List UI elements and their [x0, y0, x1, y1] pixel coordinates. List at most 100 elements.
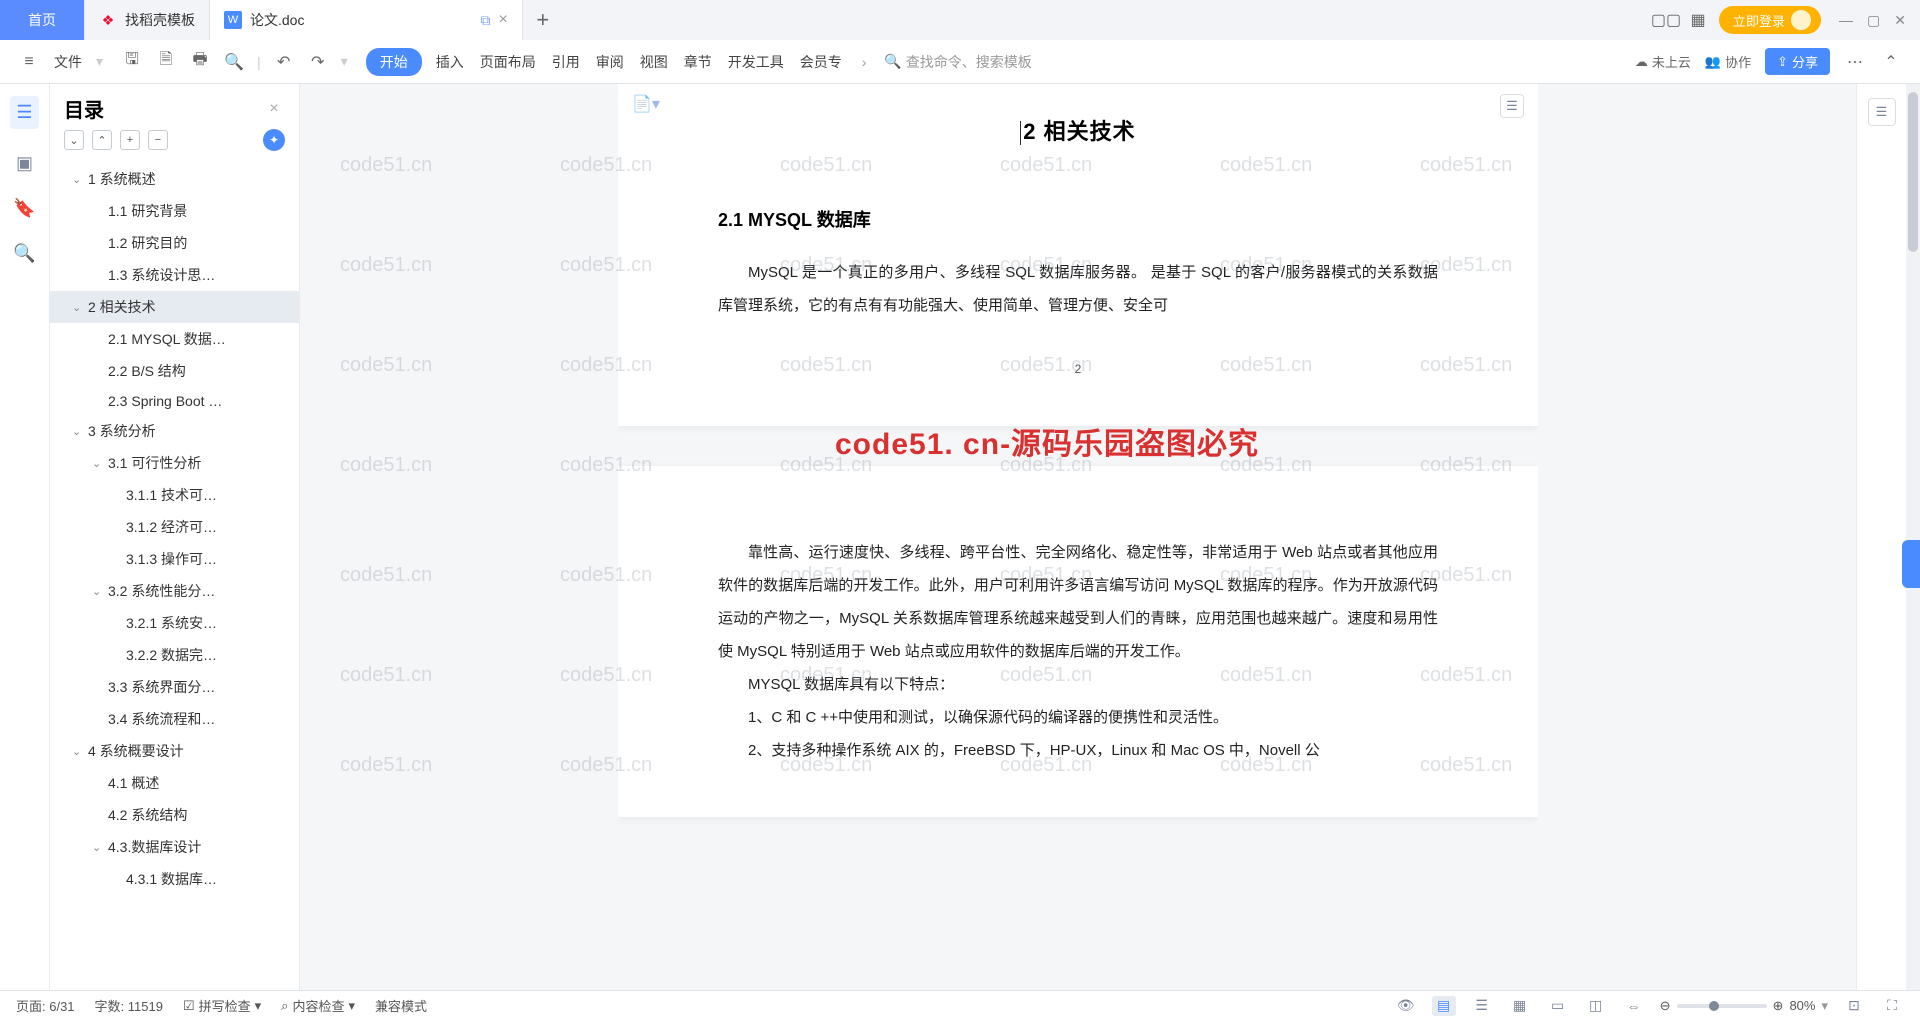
tab-home[interactable]: 首页: [0, 0, 85, 40]
bookmark-rail-icon[interactable]: 🔖: [13, 198, 35, 219]
toc-item[interactable]: 3.2.2 数据完…: [50, 639, 299, 671]
ribbon-页面布局[interactable]: 页面布局: [478, 48, 538, 76]
page-widget-icon[interactable]: 📄▾: [632, 94, 660, 114]
zoom-out-icon[interactable]: ⊖: [1660, 998, 1671, 1014]
close-window-icon[interactable]: ✕: [1894, 12, 1906, 29]
eye-icon[interactable]: 👁: [1394, 996, 1418, 1016]
ai-badge-icon[interactable]: ✦: [263, 129, 285, 151]
toc-item[interactable]: 4.1 概述: [50, 767, 299, 799]
fullscreen-icon[interactable]: ⛶: [1880, 996, 1904, 1016]
tab-templates[interactable]: ❖ 找稻壳模板: [85, 0, 210, 40]
share-icon: ⇪: [1777, 54, 1788, 70]
toc-item[interactable]: 3.1.3 操作可…: [50, 543, 299, 575]
nav-rail-icon[interactable]: ▣: [16, 153, 33, 174]
toc-item[interactable]: ⌄1 系统概述: [50, 163, 299, 195]
detach-tab-icon[interactable]: ⧉: [480, 12, 490, 29]
toc-item[interactable]: 3.3 系统界面分…: [50, 671, 299, 703]
tab-document[interactable]: W 论文.doc ⧉ ×: [210, 0, 523, 40]
page-view-icon[interactable]: ▤: [1432, 996, 1456, 1016]
toc-item[interactable]: ⌄2 相关技术: [50, 291, 299, 323]
toc-item[interactable]: 1.1 研究背景: [50, 195, 299, 227]
ribbon-会员专[interactable]: 会员专: [798, 48, 844, 76]
toc-item[interactable]: 3.2.1 系统安…: [50, 607, 299, 639]
close-sidebar-icon[interactable]: ×: [263, 98, 285, 120]
toc-item[interactable]: ⌄3.2 系统性能分…: [50, 575, 299, 607]
web-view-icon[interactable]: ▦: [1508, 996, 1532, 1016]
apps-icon[interactable]: ▦: [1687, 9, 1709, 31]
vertical-scrollbar[interactable]: [1906, 84, 1920, 990]
outline-rail-icon[interactable]: ☰: [10, 96, 38, 129]
toc-item[interactable]: 3.1.1 技术可…: [50, 479, 299, 511]
spellcheck-toggle[interactable]: ☑ 拼写检查 ▾: [183, 996, 261, 1015]
search-rail-icon[interactable]: 🔍: [13, 243, 35, 264]
page-count[interactable]: 页面: 6/31: [16, 996, 75, 1015]
expand-all-icon[interactable]: ⌃: [92, 130, 112, 150]
chevron-down-icon: ⌄: [72, 425, 88, 438]
toc-item[interactable]: 1.3 系统设计思…: [50, 259, 299, 291]
word-count[interactable]: 字数: 11519: [95, 996, 163, 1015]
zoom-slider[interactable]: [1677, 1004, 1767, 1008]
body-paragraph: 靠性高、运行速度快、多线程、跨平台性、完全网络化、稳定性等，非常适用于 Web …: [718, 536, 1438, 668]
close-tab-icon[interactable]: ×: [498, 11, 507, 29]
toc-item[interactable]: 2.2 B/S 结构: [50, 355, 299, 387]
ribbon-章节[interactable]: 章节: [682, 48, 714, 76]
command-search[interactable]: 🔍 查找命令、搜索模板: [884, 52, 1031, 72]
ribbon-审阅[interactable]: 审阅: [594, 48, 626, 76]
share-button[interactable]: ⇪ 分享: [1765, 48, 1830, 75]
collab-button[interactable]: 👥 协作: [1705, 52, 1751, 71]
document-canvas[interactable]: code51.cncode51.cncode51.cncode51.cncode…: [300, 84, 1856, 990]
print-icon[interactable]: 🖶: [189, 51, 211, 73]
ribbon-开发工具[interactable]: 开发工具: [726, 48, 786, 76]
ribbon-开始[interactable]: 开始: [366, 48, 422, 76]
toc-item[interactable]: ⌄4 系统概要设计: [50, 735, 299, 767]
zoom-value[interactable]: 80%: [1789, 998, 1815, 1013]
toc-item[interactable]: 1.2 研究目的: [50, 227, 299, 259]
remove-heading-icon[interactable]: −: [148, 130, 168, 150]
ribbon-overflow-icon[interactable]: ›: [862, 54, 867, 70]
dual-page-icon[interactable]: ◫: [1584, 996, 1608, 1016]
toc-item[interactable]: 4.3.1 数据库…: [50, 863, 299, 895]
ribbon-插入[interactable]: 插入: [434, 48, 466, 76]
add-heading-icon[interactable]: +: [120, 130, 140, 150]
login-button[interactable]: 立即登录: [1719, 6, 1821, 34]
toc-item[interactable]: 3.1.2 经济可…: [50, 511, 299, 543]
maximize-icon[interactable]: ▢: [1867, 12, 1880, 29]
undo-icon[interactable]: ↶: [273, 51, 295, 73]
saveas-icon[interactable]: 🗎: [155, 51, 177, 73]
ribbon-视图[interactable]: 视图: [638, 48, 670, 76]
fit-width-icon[interactable]: ⇔: [1622, 996, 1646, 1016]
minimize-icon[interactable]: —: [1839, 12, 1853, 29]
zoom-in-icon[interactable]: ⊕: [1773, 998, 1784, 1014]
toc-item[interactable]: 2.3 Spring Boot …: [50, 387, 299, 415]
file-menu[interactable]: 文件: [52, 48, 84, 76]
outline-view-icon[interactable]: ☰: [1470, 996, 1494, 1016]
save-icon[interactable]: 🖫: [121, 51, 143, 73]
tab-label: 论文.doc: [250, 10, 304, 30]
feedback-tab[interactable]: [1902, 540, 1920, 588]
scrollbar-thumb[interactable]: [1908, 92, 1918, 252]
redo-icon[interactable]: ↷: [307, 51, 329, 73]
toc-item[interactable]: 2.1 MYSQL 数据…: [50, 323, 299, 355]
toc-item[interactable]: ⌄3.1 可行性分析: [50, 447, 299, 479]
collapse-all-icon[interactable]: ⌄: [64, 130, 84, 150]
print-preview-icon[interactable]: 🔍: [223, 51, 245, 73]
fit-page-icon[interactable]: ⊡: [1842, 996, 1866, 1016]
expand-ribbon-icon[interactable]: ⌃: [1880, 51, 1902, 73]
hamburger-icon[interactable]: ≡: [18, 51, 40, 73]
toc-item[interactable]: ⌄4.3.数据库设计: [50, 831, 299, 863]
toc-item[interactable]: 4.2 系统结构: [50, 799, 299, 831]
toc-item[interactable]: ⌄3 系统分析: [50, 415, 299, 447]
layout-icon[interactable]: ▢▢: [1655, 9, 1677, 31]
new-tab-button[interactable]: +: [523, 0, 563, 40]
toc-item[interactable]: 3.4 系统流程和…: [50, 703, 299, 735]
more-icon[interactable]: ⋯: [1844, 51, 1866, 73]
body-paragraph: 1、C 和 C ++中使用和测试，以确保源代码的编译器的便携性和灵活性。: [718, 701, 1438, 734]
cloud-status[interactable]: ☁ 未上云: [1635, 52, 1691, 71]
read-view-icon[interactable]: ▭: [1546, 996, 1570, 1016]
page-settings-icon[interactable]: ☰: [1500, 94, 1524, 118]
zoom-control[interactable]: ⊖ ⊕ 80% ▾: [1660, 998, 1828, 1014]
compat-mode[interactable]: 兼容模式: [375, 996, 427, 1015]
style-pane-icon[interactable]: ☰: [1868, 98, 1896, 126]
ribbon-引用[interactable]: 引用: [550, 48, 582, 76]
content-check-toggle[interactable]: ⌕ 内容检查 ▾: [281, 996, 355, 1015]
